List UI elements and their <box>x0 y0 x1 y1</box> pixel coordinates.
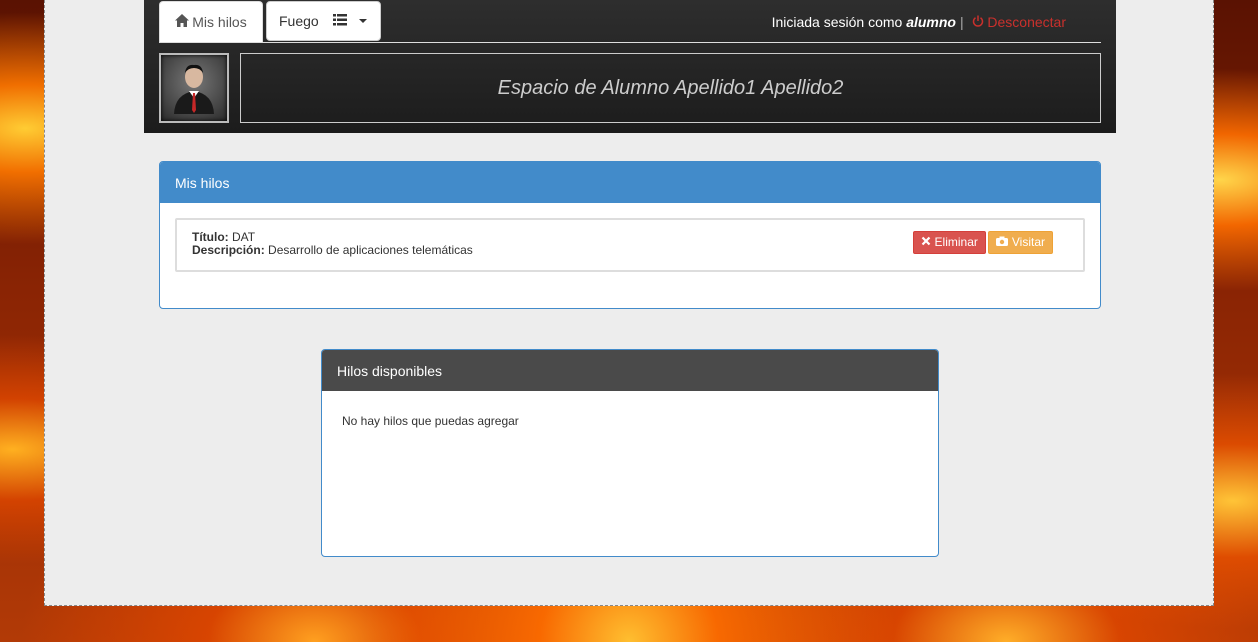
available-threads-heading: Hilos disponibles <box>322 350 938 391</box>
banner: Espacio de Alumno Apellido1 Apellido2 <box>240 53 1101 123</box>
my-threads-panel: Mis hilos Título: DAT Descripción: Desar… <box>159 161 1101 309</box>
camera-icon <box>995 236 1008 249</box>
my-threads-heading: Mis hilos <box>160 162 1100 203</box>
list-icon <box>332 13 347 29</box>
thread-title-value: DAT <box>232 230 256 244</box>
fuego-dropdown-label: Fuego <box>279 13 319 29</box>
logout-label: Desconectar <box>987 14 1066 30</box>
thread-title-label: Título: <box>192 230 229 244</box>
session-info: Iniciada sesión como alumno | Desconectar <box>772 14 1066 30</box>
delete-button[interactable]: Eliminar <box>912 231 986 254</box>
list-item: Título: DAT Descripción: Desarrollo de a… <box>175 218 1085 272</box>
session-user: alumno <box>906 14 956 30</box>
close-icon <box>921 236 931 249</box>
fuego-dropdown[interactable]: Fuego <box>266 1 381 41</box>
caret-down-icon <box>358 19 367 23</box>
session-separator: | <box>959 14 964 30</box>
empty-message: No hay hilos que puedas agregar <box>342 414 519 428</box>
tab-divider <box>159 42 1101 43</box>
thread-actions: Eliminar Visitar <box>912 231 1053 254</box>
power-icon <box>972 14 988 30</box>
visit-button[interactable]: Visitar <box>987 231 1053 254</box>
delete-button-label: Eliminar <box>934 235 978 249</box>
session-prefix: Iniciada sesión como <box>771 14 903 30</box>
header: Mis hilos Fuego Iniciada sesión como alu… <box>144 0 1116 133</box>
home-icon <box>175 14 190 30</box>
visit-button-label: Visitar <box>1011 235 1045 249</box>
thread-desc-value: Desarrollo de aplicaciones telemáticas <box>268 243 473 257</box>
thread-desc-label: Descripción: <box>192 243 265 257</box>
logout-link[interactable]: Desconectar <box>972 14 1066 30</box>
available-threads-panel: Hilos disponibles No hay hilos que pueda… <box>321 349 939 557</box>
banner-title: Espacio de Alumno Apellido1 Apellido2 <box>497 76 844 99</box>
page-container: Mis hilos Fuego Iniciada sesión como alu… <box>44 0 1214 606</box>
tab-mis-hilos[interactable]: Mis hilos <box>159 1 263 42</box>
user-avatar <box>159 53 229 123</box>
tab-mis-hilos-label: Mis hilos <box>192 14 247 30</box>
